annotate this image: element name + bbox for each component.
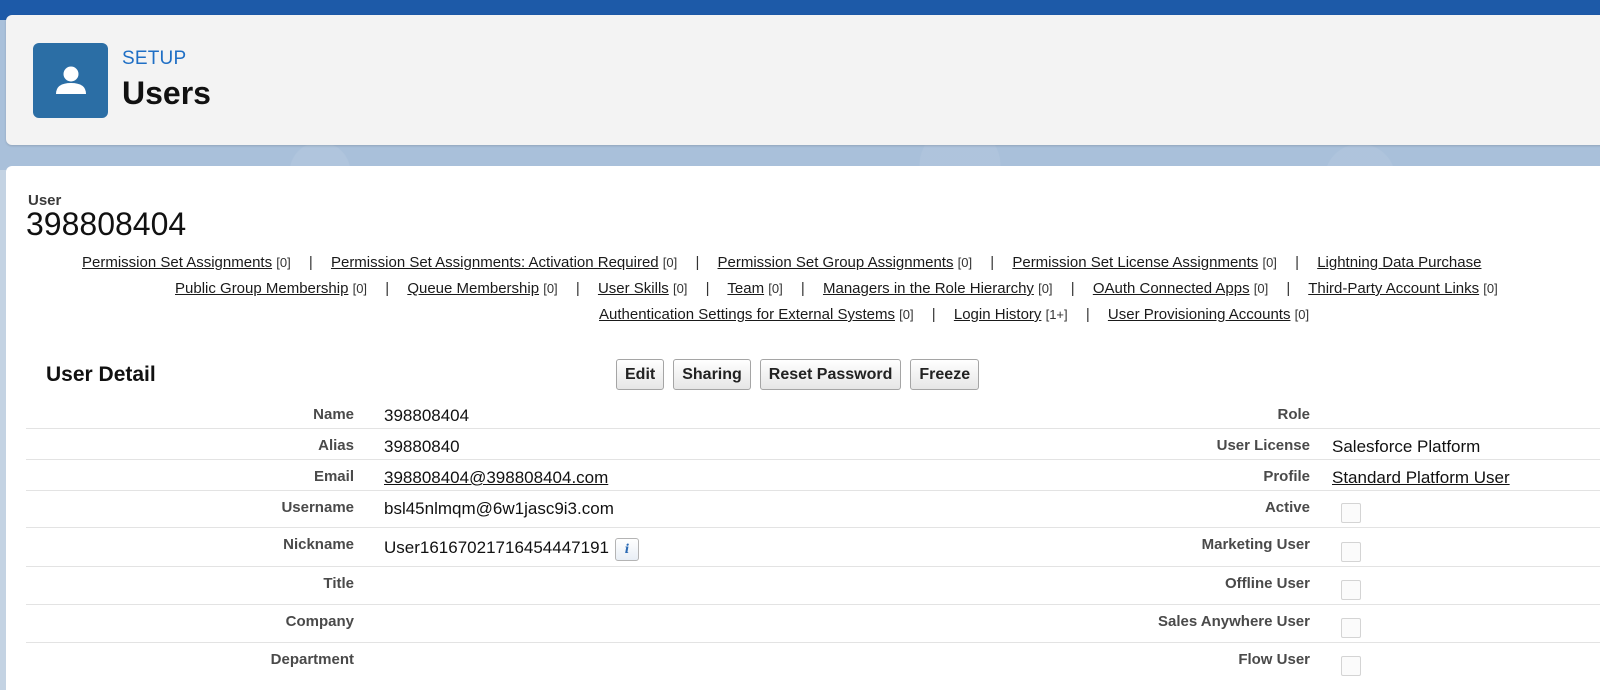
link-permission-set-license-assignments[interactable]: Permission Set License Assignments bbox=[1012, 254, 1258, 271]
link-login-history[interactable]: Login History bbox=[954, 306, 1042, 323]
user-license-value: Salesforce Platform bbox=[1332, 437, 1481, 456]
link-lightning-data-purchase[interactable]: Lightning Data Purchase bbox=[1317, 254, 1481, 271]
detail-row: Title Offline User bbox=[26, 567, 1600, 605]
field-label: Profile bbox=[1263, 468, 1310, 485]
link-third-party-account-links[interactable]: Third-Party Account Links bbox=[1308, 280, 1479, 297]
link-oauth-connected-apps[interactable]: OAuth Connected Apps bbox=[1093, 280, 1250, 297]
link-separator: | bbox=[931, 306, 936, 323]
link-count: [0] bbox=[1262, 255, 1277, 270]
detail-row: Company Sales Anywhere User bbox=[26, 605, 1600, 643]
link-count: [0] bbox=[1294, 307, 1310, 322]
link-authentication-settings[interactable]: Authentication Settings for External Sys… bbox=[599, 306, 895, 323]
link-separator: | bbox=[308, 254, 313, 271]
link-public-group-membership[interactable]: Public Group Membership bbox=[175, 280, 348, 297]
link-separator: | bbox=[1085, 306, 1090, 323]
link-permission-set-group-assignments[interactable]: Permission Set Group Assignments bbox=[718, 254, 954, 271]
active-checkbox bbox=[1341, 503, 1361, 523]
page-title: Users bbox=[122, 75, 211, 111]
field-label: Role bbox=[1277, 406, 1310, 423]
link-separator: | bbox=[575, 280, 580, 297]
username-value: bsl45nlmqm@6w1jasc9i3.com bbox=[384, 499, 614, 518]
link-separator: | bbox=[990, 254, 995, 271]
link-separator: | bbox=[800, 280, 805, 297]
setup-label: SETUP bbox=[122, 48, 187, 69]
field-label: Offline User bbox=[1224, 575, 1310, 592]
link-count: [0] bbox=[768, 281, 783, 296]
field-label: User License bbox=[1216, 437, 1310, 454]
link-count: [0] bbox=[662, 255, 678, 270]
link-permission-set-assignments[interactable]: Permission Set Assignments bbox=[82, 254, 272, 271]
link-separator: | bbox=[1070, 280, 1075, 297]
link-separator: | bbox=[1286, 280, 1291, 297]
field-label: Company bbox=[285, 613, 354, 630]
field-label: Alias bbox=[318, 437, 354, 454]
detail-row: Email 398808404@398808404.com Profile St… bbox=[26, 460, 1600, 491]
profile-value: Standard Platform User bbox=[1332, 468, 1510, 488]
link-user-provisioning-accounts[interactable]: User Provisioning Accounts bbox=[1108, 306, 1291, 323]
related-links-row: Authentication Settings for External Sys… bbox=[599, 302, 1309, 328]
field-label: Nickname bbox=[283, 536, 354, 553]
freeze-button[interactable]: Freeze bbox=[910, 359, 980, 390]
field-label: Email bbox=[313, 468, 354, 485]
detail-row: Nickname User16167021716454447191 i Marke… bbox=[26, 528, 1600, 567]
field-label: Username bbox=[281, 499, 354, 516]
link-count: [0] bbox=[1483, 281, 1498, 296]
nickname-text: User16167021716454447191 bbox=[384, 538, 609, 557]
user-icon bbox=[33, 43, 108, 118]
link-count: [0] bbox=[1038, 281, 1053, 296]
detail-row: Name 398808404 Role bbox=[26, 398, 1600, 429]
offline-user-checkbox bbox=[1341, 580, 1361, 600]
link-team[interactable]: Team bbox=[727, 280, 764, 297]
field-label: Active bbox=[1264, 499, 1310, 516]
record-name: 398808404 bbox=[26, 206, 187, 242]
related-links-row: Permission Set Assignments [0] | Permiss… bbox=[82, 250, 1481, 276]
link-count: [0] bbox=[543, 281, 558, 296]
edit-button[interactable]: Edit bbox=[616, 359, 665, 390]
link-separator: | bbox=[705, 280, 710, 297]
link-count: [0] bbox=[1253, 281, 1269, 296]
marketing-user-checkbox bbox=[1341, 542, 1361, 562]
user-detail-table: Name 398808404 Role Alias 39880840 User … bbox=[26, 398, 1600, 680]
link-count: [0] bbox=[352, 281, 368, 296]
field-label: Marketing User bbox=[1201, 536, 1310, 553]
field-label: Name bbox=[313, 406, 354, 423]
nickname-value: User16167021716454447191 i bbox=[384, 538, 639, 561]
detail-row: Department Flow User bbox=[26, 643, 1600, 680]
email-link[interactable]: 398808404@398808404.com bbox=[384, 468, 608, 487]
profile-link[interactable]: Standard Platform User bbox=[1332, 468, 1510, 487]
email-value: 398808404@398808404.com bbox=[384, 468, 608, 488]
link-separator: | bbox=[695, 254, 700, 271]
reset-password-button[interactable]: Reset Password bbox=[759, 359, 902, 390]
link-permission-set-activation-required[interactable]: Permission Set Assignments: Activation R… bbox=[331, 254, 659, 271]
field-label: Department bbox=[270, 651, 354, 668]
page-header: SETUP Users bbox=[6, 15, 1600, 145]
link-separator: | bbox=[1295, 254, 1300, 271]
name-value: 398808404 bbox=[384, 406, 470, 425]
link-count: [1+] bbox=[1045, 307, 1068, 322]
related-links-row: Public Group Membership [0] | Queue Memb… bbox=[175, 276, 1498, 302]
link-user-skills[interactable]: User Skills bbox=[598, 280, 669, 297]
detail-row: Username bsl45nlmqm@6w1jasc9i3.com Activ… bbox=[26, 491, 1600, 528]
alias-value: 39880840 bbox=[384, 437, 460, 456]
field-label: Title bbox=[323, 575, 354, 592]
link-count: [0] bbox=[957, 255, 973, 270]
sharing-button[interactable]: Sharing bbox=[673, 359, 751, 390]
link-separator: | bbox=[385, 280, 390, 297]
flow-user-checkbox bbox=[1341, 656, 1361, 676]
field-label: Flow User bbox=[1238, 651, 1310, 668]
link-count: [0] bbox=[672, 281, 688, 296]
info-icon[interactable]: i bbox=[614, 538, 639, 561]
detail-button-bar: Edit Sharing Reset Password Freeze bbox=[616, 359, 980, 390]
section-title: User Detail bbox=[46, 363, 156, 386]
record-detail-page: User 398808404 Permission Set Assignment… bbox=[6, 166, 1600, 690]
link-count: [0] bbox=[276, 255, 291, 270]
sales-anywhere-user-checkbox bbox=[1341, 618, 1361, 638]
link-managers-role-hierarchy[interactable]: Managers in the Role Hierarchy bbox=[823, 280, 1034, 297]
link-queue-membership[interactable]: Queue Membership bbox=[407, 280, 539, 297]
link-count: [0] bbox=[899, 307, 914, 322]
detail-row: Alias 39880840 User License Salesforce P… bbox=[26, 429, 1600, 460]
field-label: Sales Anywhere User bbox=[1157, 613, 1310, 630]
